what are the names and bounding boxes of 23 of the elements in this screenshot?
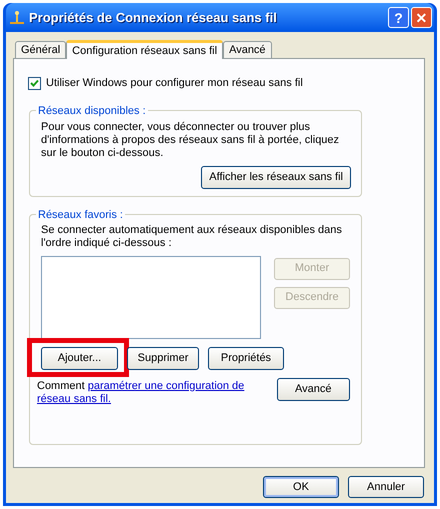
checkbox-label: Utiliser Windows pour configurer mon réseau sans fil [46,76,303,91]
tab[interactable]: Général [15,41,66,58]
description-text: Se connecter automatiquement aux réseaux disponibles dans l'ordre indiqué ci-dessous : [41,224,343,250]
help-text: Comment [37,380,85,392]
show-networks-button[interactable]: Afficher les réseaux sans fil [201,166,351,188]
remove-button[interactable]: Supprimer [127,346,199,370]
network-icon [9,10,25,26]
close-button[interactable]: ✕ [411,7,432,28]
help-button[interactable]: ? [388,7,409,28]
window-title: Propriétés de Connexion réseau sans fil [29,8,278,27]
tab[interactable]: Avancé [223,41,272,58]
cancel-button[interactable]: Annuler [348,476,424,498]
description-text: Pour vous connecter, vous déconnecter ou trouver plus d'informations à propos des réseaux sans fil à portée, cliquez sur le bouton ci-dessous. [41,120,340,160]
group-legend: Réseaux disponibles : [36,102,148,119]
properties-button[interactable]: Propriétés [208,346,284,370]
help-link[interactable]: réseau sans fil. [37,392,111,404]
add-button[interactable]: Ajouter... [41,346,118,370]
checkbox[interactable] [28,76,41,90]
advanced-button[interactable]: Avancé [276,378,350,400]
help-link[interactable]: paramétrer une configuration de [88,380,244,392]
tab[interactable]: Configuration réseaux sans fil [66,40,224,59]
network-list[interactable] [41,256,261,338]
ok-button[interactable]: OK [263,476,339,498]
